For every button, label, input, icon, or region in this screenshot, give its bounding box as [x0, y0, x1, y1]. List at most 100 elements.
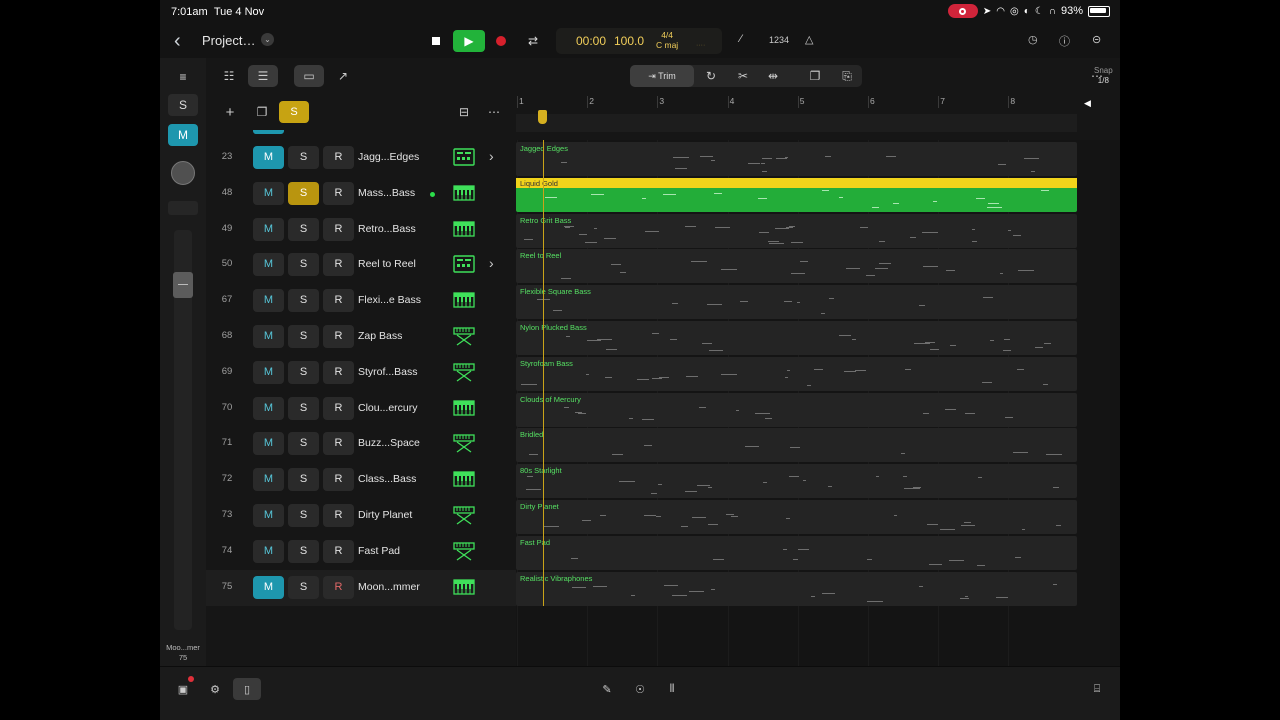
record-enable-button[interactable]: R	[323, 504, 354, 527]
mute-button[interactable]: M	[253, 360, 284, 384]
smart-controls-icon[interactable]: ☉	[626, 678, 654, 700]
playhead-handle[interactable]	[538, 110, 547, 124]
keyboard-icon[interactable]	[453, 219, 475, 239]
record-enable-button[interactable]: R	[323, 360, 354, 384]
solo-button[interactable]: S	[288, 360, 319, 384]
track-name[interactable]: Zap Bass	[358, 330, 402, 342]
chevron-right-icon[interactable]: ›	[489, 255, 494, 271]
chevron-right-icon[interactable]: ›	[489, 148, 494, 164]
region-view-icon[interactable]: ▭	[294, 65, 324, 87]
track-name[interactable]: Retro...Bass	[358, 223, 416, 235]
solo-button[interactable]: S	[288, 432, 319, 456]
left-rail-mute-button[interactable]: M	[168, 124, 198, 146]
drum-machine-icon[interactable]	[453, 254, 475, 274]
keyboard-icon[interactable]	[453, 183, 475, 203]
record-button[interactable]	[489, 31, 513, 51]
record-enable-button[interactable]: R	[323, 146, 354, 169]
solo-button[interactable]: S	[288, 539, 319, 563]
inspector-settings-icon[interactable]: ≡	[168, 66, 198, 88]
track-row[interactable]: 68 M S R Zap Bass	[206, 319, 516, 355]
solo-button[interactable]: S	[288, 468, 319, 492]
editor-icon[interactable]: ▯	[233, 678, 261, 700]
track-name[interactable]: Mass...Bass	[358, 187, 415, 199]
region[interactable]: Nylon Plucked Bass	[516, 321, 1077, 355]
track-options-icon[interactable]: ⊟	[449, 101, 479, 123]
mute-button[interactable]: M	[253, 396, 284, 420]
region[interactable]: Realistic Vibraphones	[516, 571, 1077, 606]
copy-icon[interactable]: ❐	[800, 65, 830, 87]
region[interactable]: Jagged Edges	[516, 142, 1077, 176]
mute-button[interactable]: M	[253, 468, 284, 492]
track-row[interactable]: 48 M S R Mass...Bass	[206, 176, 516, 212]
paste-icon[interactable]: ⎘	[832, 65, 862, 87]
mute-button[interactable]: M	[253, 253, 284, 277]
record-enable-button[interactable]: R	[323, 217, 354, 241]
track-name[interactable]: Dirty Planet	[358, 509, 412, 521]
pan-knob[interactable]	[171, 161, 195, 185]
solo-button[interactable]: S	[288, 504, 319, 527]
mute-button[interactable]: M	[253, 289, 284, 313]
record-enable-button[interactable]: R	[323, 289, 354, 313]
solo-button[interactable]: S	[288, 289, 319, 313]
region[interactable]: 80s Starlight	[516, 464, 1077, 499]
region[interactable]: Bridled	[516, 428, 1077, 463]
record-enable-button[interactable]: R	[323, 539, 354, 563]
record-enable-button[interactable]: R	[323, 325, 354, 348]
volume-fader-handle[interactable]	[173, 272, 193, 298]
automation-icon[interactable]: ↗	[328, 65, 358, 87]
solo-button[interactable]: S	[288, 181, 319, 205]
record-enable-button[interactable]: R	[323, 181, 354, 205]
track-name[interactable]: Clou...ercury	[358, 402, 418, 414]
solo-button[interactable]: S	[288, 253, 319, 277]
track-name[interactable]: Flexi...e Bass	[358, 294, 421, 306]
keyboard-stand-icon[interactable]	[453, 326, 475, 346]
tuner-icon[interactable]: ⁄	[740, 33, 742, 45]
mute-button[interactable]: M	[253, 325, 284, 348]
back-chevron-icon[interactable]: ‹	[174, 30, 181, 53]
mute-button[interactable]: M	[253, 146, 284, 169]
solo-button[interactable]: S	[288, 575, 319, 599]
keyboard-stand-icon[interactable]	[453, 541, 475, 561]
play-button[interactable]: ▶	[453, 30, 485, 52]
track-row[interactable]: 49 M S R Retro...Bass	[206, 212, 516, 248]
region[interactable]: Dirty Planet	[516, 500, 1077, 534]
join-tool-icon[interactable]: ⇹	[758, 65, 788, 87]
track-row[interactable]: 50 M S R Reel to Reel ›	[206, 247, 516, 283]
track-row[interactable]: 23 M S R Jagg...Edges ›	[206, 140, 516, 176]
ruler-strip[interactable]	[516, 114, 1077, 132]
track-row[interactable]: 75 M S R Moon...mmer	[206, 569, 516, 606]
mute-button[interactable]: M	[253, 504, 284, 527]
track-name[interactable]: Reel to Reel	[358, 258, 416, 270]
region[interactable]: Flexible Square Bass	[516, 285, 1077, 320]
keyboard-stand-icon[interactable]	[453, 433, 475, 453]
mute-button[interactable]: M	[253, 217, 284, 241]
project-end-marker-icon[interactable]: ◀	[1084, 98, 1091, 109]
mute-button[interactable]: M	[253, 432, 284, 456]
loop-tool-icon[interactable]: ↻	[696, 65, 726, 87]
mute-button[interactable]: M	[253, 539, 284, 563]
region[interactable]: Reel to Reel	[516, 249, 1077, 284]
help-icon[interactable]: ⓘ	[1059, 33, 1070, 49]
tracks-view-icon[interactable]: ☰	[248, 65, 278, 87]
keyboard-icon[interactable]	[453, 577, 475, 597]
timeline-ruler[interactable]: 1 2 3 4 5 6 7 8 ◀	[516, 94, 1120, 140]
record-enable-button[interactable]: R	[323, 432, 354, 456]
record-enable-button[interactable]: R	[323, 575, 354, 599]
trim-button[interactable]: ⇥ Trim	[630, 65, 694, 87]
view-more-icon[interactable]: ⋯	[1082, 65, 1112, 87]
track-row[interactable]: 73 M S R Dirty Planet	[206, 498, 516, 534]
solo-mode-button[interactable]: S	[279, 101, 309, 123]
keyboard-icon[interactable]	[453, 290, 475, 310]
region[interactable]: Liquid Gold	[516, 177, 1077, 212]
record-enable-button[interactable]: R	[323, 468, 354, 492]
grid-view-icon[interactable]: ☷	[214, 65, 244, 87]
drum-machine-icon[interactable]	[453, 147, 475, 167]
project-title[interactable]: Project…	[202, 33, 255, 48]
pencil-icon[interactable]: ✎	[593, 678, 621, 700]
track-name[interactable]: Buzz...Space	[358, 437, 420, 449]
solo-button[interactable]: S	[288, 396, 319, 420]
keyboard-icon[interactable]	[453, 469, 475, 489]
mute-button[interactable]: M	[253, 181, 284, 205]
track-row[interactable]: 71 M S R Buzz...Space	[206, 426, 516, 462]
add-track-icon[interactable]: +	[215, 101, 245, 123]
